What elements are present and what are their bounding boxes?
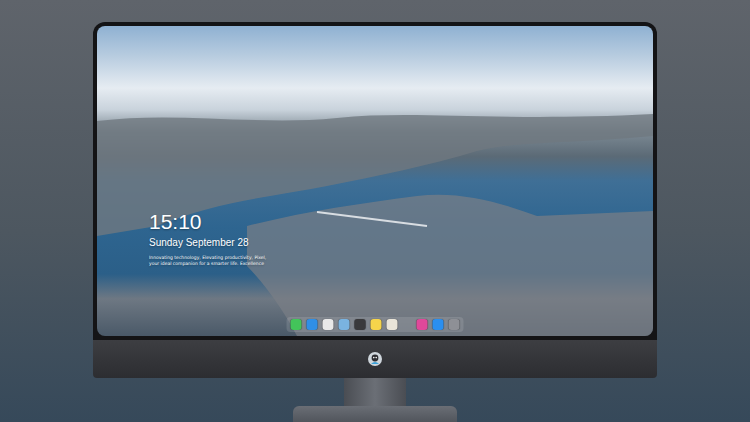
dock-app-icon[interactable] <box>355 319 366 330</box>
wallpaper-photo <box>97 26 653 336</box>
dock-app-icon[interactable] <box>433 319 444 330</box>
dock-app-icon[interactable] <box>307 319 318 330</box>
monitor-stand-neck <box>344 378 406 406</box>
monitor: 15:10 Sunday September 28 Innovating techn… <box>0 0 750 422</box>
dock-app-icon[interactable] <box>417 319 428 330</box>
desktop-screen: 15:10 Sunday September 28 Innovating techn… <box>97 26 653 336</box>
dock <box>287 317 464 332</box>
brand-logo-icon <box>367 351 383 367</box>
monitor-bezel: 15:10 Sunday September 28 Innovating techn… <box>93 22 657 340</box>
lock-screen-info: 15:10 Sunday September 28 Innovating techn… <box>149 210 266 267</box>
clock-time: 15:10 <box>149 210 266 234</box>
dock-app-icon[interactable] <box>387 319 398 330</box>
dock-app-icon[interactable] <box>371 319 382 330</box>
tagline: Innovating technology, Elevating product… <box>149 255 266 267</box>
tagline-line: your ideal companion for a smarter life.… <box>149 261 266 267</box>
monitor-chin <box>93 340 657 378</box>
dock-app-icon[interactable] <box>449 319 460 330</box>
tagline-line: Innovating technology, Elevating product… <box>149 255 266 261</box>
monitor-stand-base <box>293 406 457 422</box>
dock-app-icon[interactable] <box>291 319 302 330</box>
clock-date: Sunday September 28 <box>149 236 266 249</box>
dock-app-icon[interactable] <box>323 319 334 330</box>
dock-app-icon[interactable] <box>339 319 350 330</box>
